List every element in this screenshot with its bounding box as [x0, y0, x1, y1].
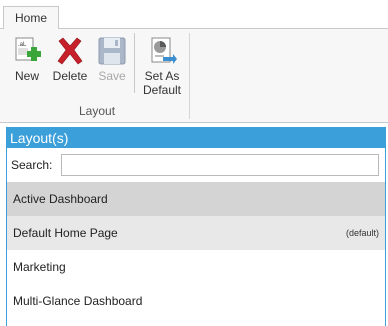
save-button-label: Save: [98, 69, 126, 83]
chart-page-icon: [146, 35, 178, 67]
list-item-label: Active Dashboard: [13, 192, 108, 206]
set-as-default-button[interactable]: Set As Default: [138, 35, 186, 97]
save-button[interactable]: Save: [96, 35, 128, 83]
list-item[interactable]: Active Dashboard: [7, 182, 385, 216]
ribbon-body: .aL New Delete Save Set As Default Layou…: [0, 29, 388, 123]
search-row: Search:: [7, 148, 385, 182]
list-item[interactable]: Default Home Page (default): [7, 216, 385, 250]
list-item-label: Multi-Glance Dashboard: [13, 294, 143, 308]
list-item[interactable]: Marketing: [7, 250, 385, 284]
layout-list: Active Dashboard Default Home Page (defa…: [7, 182, 385, 318]
default-badge: (default): [345, 228, 379, 238]
ribbon-tab-strip: Home: [0, 0, 388, 30]
list-item[interactable]: Multi-Glance Dashboard: [7, 284, 385, 318]
search-label: Search:: [11, 158, 53, 172]
set-as-default-label-line2: Default: [142, 83, 182, 97]
delete-button[interactable]: Delete: [50, 35, 90, 83]
tab-home[interactable]: Home: [3, 6, 59, 30]
ribbon-group-label: Layout: [79, 104, 116, 118]
delete-button-label: Delete: [52, 69, 88, 83]
list-item-label: Marketing: [13, 260, 66, 274]
search-input[interactable]: [61, 154, 379, 176]
svg-text:.aL: .aL: [18, 42, 27, 48]
layouts-panel: Layout(s) Search: Active Dashboard Defau…: [6, 127, 386, 326]
delete-x-icon: [54, 35, 86, 67]
group-end-divider: [189, 33, 190, 119]
new-button[interactable]: .aL New: [10, 35, 44, 83]
floppy-disk-icon: [96, 35, 128, 67]
list-item-label: Default Home Page: [13, 226, 118, 240]
set-as-default-label-line1: Set As: [144, 69, 180, 83]
panel-title: Layout(s): [7, 128, 385, 148]
new-layout-icon: .aL: [11, 35, 43, 67]
group-separator: [134, 33, 135, 93]
new-button-label: New: [14, 69, 39, 83]
